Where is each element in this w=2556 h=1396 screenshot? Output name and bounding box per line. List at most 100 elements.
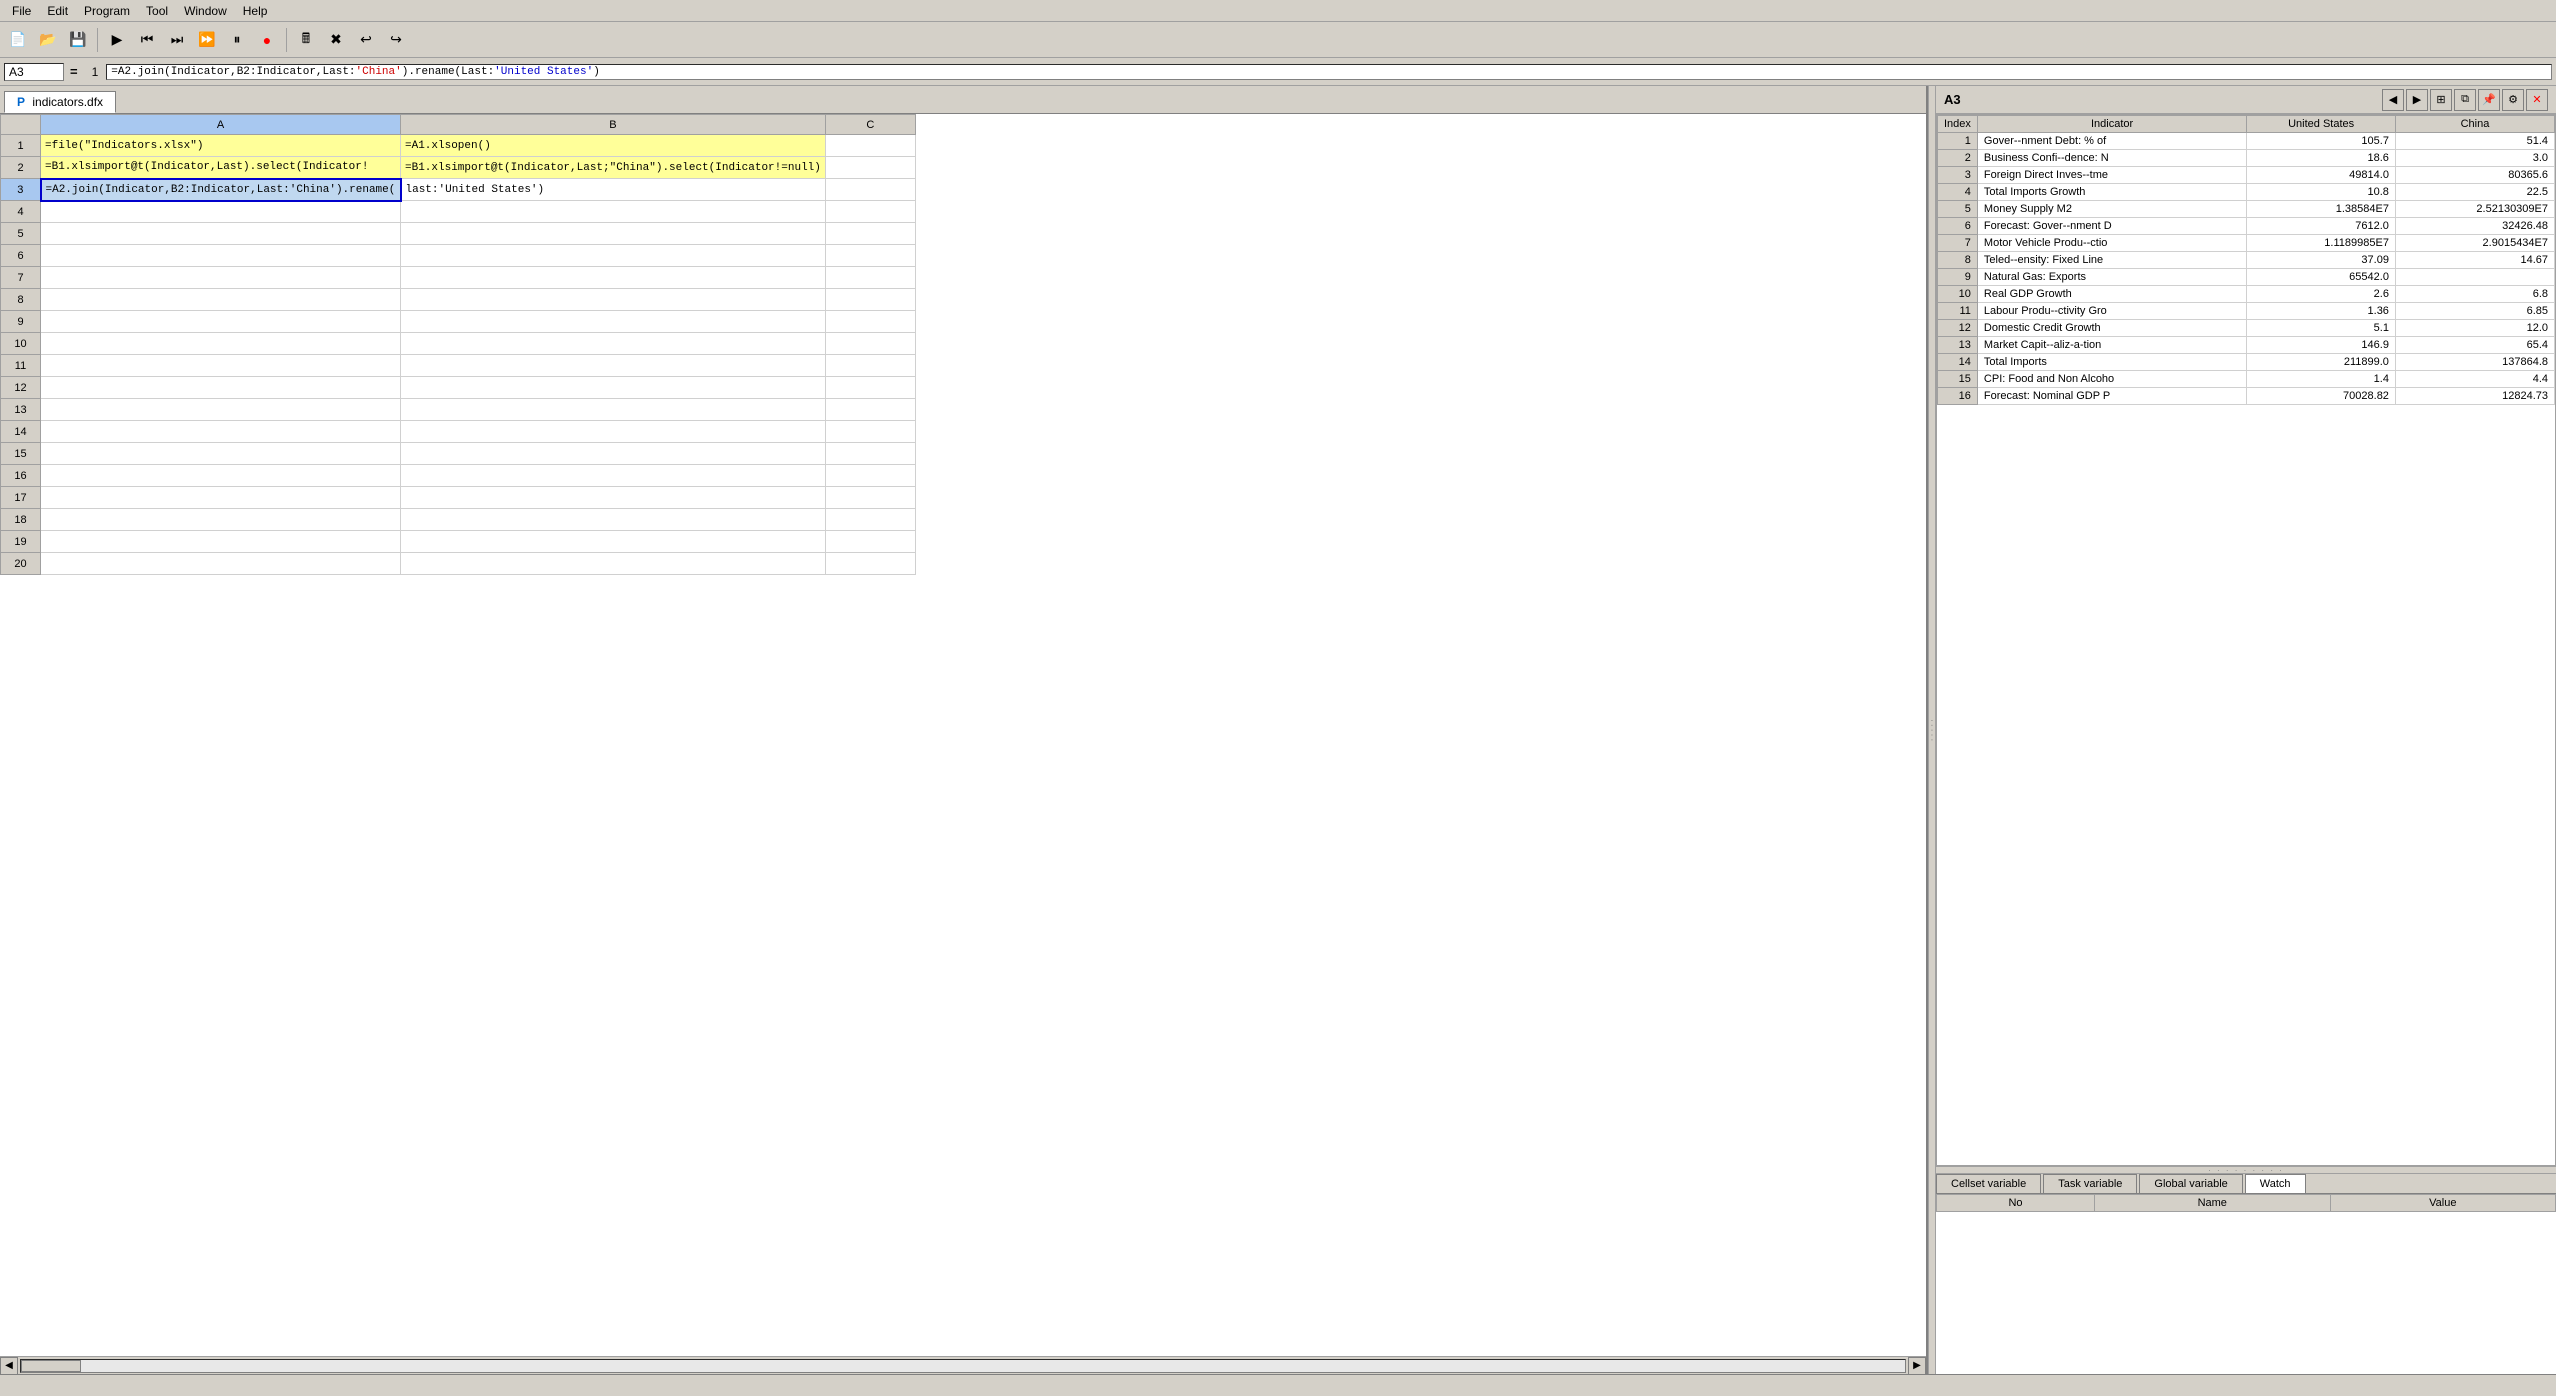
grid-cell[interactable] — [41, 201, 401, 223]
grid-cell[interactable] — [41, 377, 401, 399]
nav-settings-button[interactable]: ⚙ — [2502, 89, 2524, 111]
grid-cell[interactable] — [401, 223, 826, 245]
grid-cell[interactable] — [401, 465, 826, 487]
grid-wrapper[interactable]: A B C 1=file("Indicators.xlsx")=A1.xlsop… — [0, 114, 1926, 1356]
grid-cell[interactable] — [401, 333, 826, 355]
grid-cell[interactable] — [825, 399, 915, 421]
nav-close-button[interactable]: ✕ — [2526, 89, 2548, 111]
undo-button[interactable]: ↩ — [352, 26, 380, 54]
grid-cell[interactable] — [825, 201, 915, 223]
grid-cell[interactable] — [401, 311, 826, 333]
spreadsheet-tab[interactable]: P indicators.dfx — [4, 91, 116, 113]
grid-cell[interactable] — [825, 135, 915, 157]
tab-global-variable[interactable]: Global variable — [2139, 1174, 2242, 1193]
horizontal-scrollbar[interactable]: ◀ ▶ — [0, 1356, 1926, 1374]
grid-cell[interactable] — [41, 509, 401, 531]
grid-cell[interactable] — [401, 531, 826, 553]
grid-cell[interactable] — [401, 289, 826, 311]
menu-tool[interactable]: Tool — [138, 2, 176, 20]
menu-edit[interactable]: Edit — [39, 2, 76, 20]
vertical-drag-handle[interactable]: · · · · · — [1928, 86, 1936, 1374]
grid-cell[interactable] — [41, 311, 401, 333]
nav-right-button[interactable]: ▶ — [2406, 89, 2428, 111]
grid-cell[interactable] — [41, 465, 401, 487]
menu-help[interactable]: Help — [235, 2, 276, 20]
scroll-left[interactable]: ◀ — [0, 1357, 18, 1375]
menu-program[interactable]: Program — [76, 2, 138, 20]
menu-file[interactable]: File — [4, 2, 39, 20]
grid-cell[interactable] — [41, 355, 401, 377]
grid-cell[interactable] — [401, 421, 826, 443]
grid-cell[interactable] — [41, 421, 401, 443]
grid-cell[interactable] — [825, 421, 915, 443]
grid-cell[interactable] — [401, 355, 826, 377]
grid-cell[interactable]: =B1.xlsimport@t(Indicator,Last;"China").… — [401, 157, 826, 179]
grid-cell[interactable] — [825, 245, 915, 267]
col-header-b[interactable]: B — [401, 115, 826, 135]
grid-cell[interactable] — [41, 553, 401, 575]
redo-button[interactable]: ↪ — [382, 26, 410, 54]
resize-handle[interactable]: · · · · · · · · · — [1936, 1166, 2556, 1174]
grid-cell[interactable] — [401, 245, 826, 267]
grid-cell[interactable] — [401, 377, 826, 399]
menu-window[interactable]: Window — [176, 2, 235, 20]
grid-cell[interactable] — [41, 399, 401, 421]
grid-cell[interactable] — [825, 443, 915, 465]
open-button[interactable]: 📂 — [34, 26, 62, 54]
nav-copy-button[interactable]: ⧉ — [2454, 89, 2476, 111]
step-forward-button[interactable]: ⏭ — [163, 26, 191, 54]
formula-input[interactable]: =A2.join(Indicator,B2:Indicator,Last:'Ch… — [106, 64, 2552, 80]
col-header-c[interactable]: C — [825, 115, 915, 135]
clear-button[interactable]: ✖ — [322, 26, 350, 54]
nav-expand-button[interactable]: ⊞ — [2430, 89, 2452, 111]
grid-cell[interactable] — [41, 487, 401, 509]
grid-cell[interactable] — [825, 267, 915, 289]
tab-task-variable[interactable]: Task variable — [2043, 1174, 2137, 1193]
grid-cell[interactable] — [41, 333, 401, 355]
step-into-button[interactable]: ⏩ — [193, 26, 221, 54]
grid-cell[interactable]: =file("Indicators.xlsx") — [41, 135, 401, 157]
grid-cell[interactable]: last:'United States') — [401, 179, 826, 201]
nav-pin-button[interactable]: 📌 — [2478, 89, 2500, 111]
save-button[interactable]: 💾 — [64, 26, 92, 54]
grid-cell[interactable] — [401, 443, 826, 465]
grid-cell[interactable] — [41, 223, 401, 245]
pause-button[interactable]: ⏸ — [223, 26, 251, 54]
grid-cell[interactable] — [825, 509, 915, 531]
grid-cell[interactable] — [825, 553, 915, 575]
grid-cell[interactable] — [401, 267, 826, 289]
grid-cell[interactable] — [825, 179, 915, 201]
grid-cell[interactable] — [825, 157, 915, 179]
tab-cellset-variable[interactable]: Cellset variable — [1936, 1174, 2041, 1193]
grid-cell[interactable] — [825, 465, 915, 487]
grid-cell[interactable] — [825, 531, 915, 553]
data-table-container[interactable]: Index Indicator United States China 1Gov… — [1936, 114, 2556, 1166]
grid-cell[interactable] — [825, 487, 915, 509]
grid-cell[interactable] — [825, 223, 915, 245]
grid-cell[interactable] — [401, 201, 826, 223]
grid-cell[interactable] — [401, 487, 826, 509]
col-header-a[interactable]: A — [41, 115, 401, 135]
grid-cell[interactable] — [825, 333, 915, 355]
grid-cell[interactable] — [41, 267, 401, 289]
cell-ref-input[interactable] — [4, 63, 64, 81]
variables-table-container[interactable]: No Name Value — [1936, 1194, 2556, 1374]
calculate-button[interactable]: 🖩 — [292, 26, 320, 54]
grid-cell[interactable] — [41, 289, 401, 311]
grid-cell[interactable] — [41, 443, 401, 465]
grid-cell[interactable] — [41, 245, 401, 267]
step-back-button[interactable]: ⏮ — [133, 26, 161, 54]
grid-cell[interactable]: =A2.join(Indicator,B2:Indicator,Last:'Ch… — [41, 179, 401, 201]
grid-cell[interactable] — [401, 399, 826, 421]
grid-cell[interactable]: =A1.xlsopen() — [401, 135, 826, 157]
scroll-right[interactable]: ▶ — [1908, 1357, 1926, 1375]
new-button[interactable]: 📄 — [4, 26, 32, 54]
grid-cell[interactable] — [41, 531, 401, 553]
grid-cell[interactable] — [401, 509, 826, 531]
stop-button[interactable]: ● — [253, 26, 281, 54]
grid-cell[interactable]: =B1.xlsimport@t(Indicator,Last).select(I… — [41, 157, 401, 179]
scroll-thumb-h[interactable] — [21, 1360, 81, 1372]
scroll-track-h[interactable] — [20, 1359, 1906, 1373]
tab-watch[interactable]: Watch — [2245, 1174, 2306, 1193]
grid-cell[interactable] — [825, 289, 915, 311]
